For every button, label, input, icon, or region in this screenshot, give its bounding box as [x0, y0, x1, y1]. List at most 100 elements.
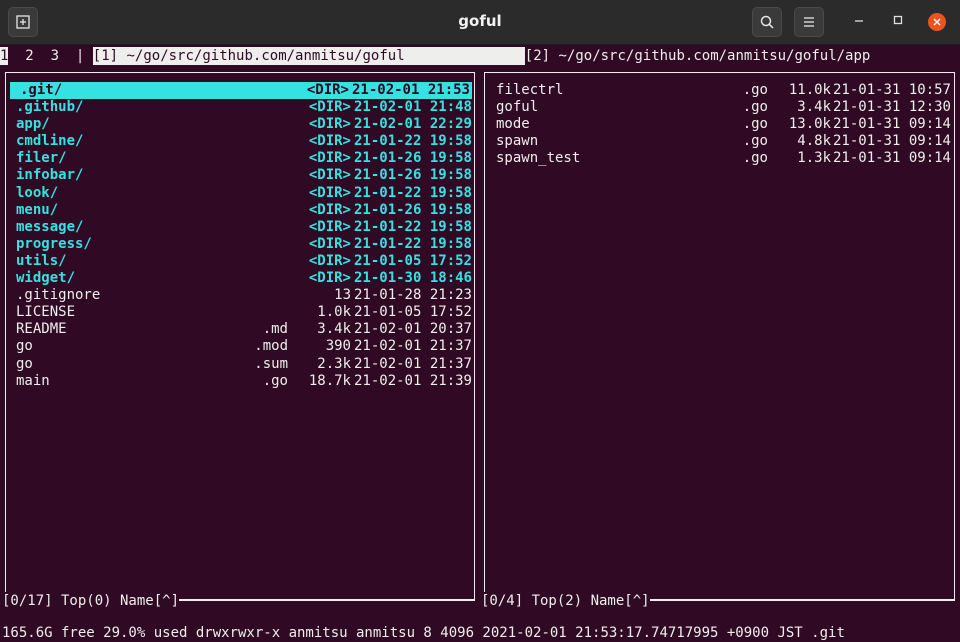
- file-name: goful: [496, 99, 539, 116]
- close-button[interactable]: [928, 13, 946, 31]
- right-footer-divider: [646, 600, 955, 601]
- file-name: look/: [16, 184, 59, 201]
- file-row[interactable]: infobar/ <DIR> 21-01-26 19:58: [6, 167, 474, 184]
- file-name: LICENSE: [16, 304, 76, 321]
- search-button[interactable]: [752, 7, 782, 37]
- file-row[interactable]: LICENSE 1.0k 21-01-05 17:52: [6, 304, 474, 321]
- file-name: README: [16, 321, 67, 338]
- file-row[interactable]: look/ <DIR> 21-01-22 19:58: [6, 185, 474, 202]
- file-row[interactable]: main .go 18.7k 21-02-01 21:39: [6, 373, 474, 390]
- file-row[interactable]: menu/ <DIR> 21-01-26 19:58: [6, 202, 474, 219]
- search-icon: [760, 15, 774, 29]
- file-row[interactable]: goful .go 3.4k 21-01-31 12:30: [485, 99, 954, 116]
- tab-line: 1 2 3 | [1] ~/go/src/github.com/anmitsu/…: [0, 47, 960, 65]
- file-date: 21-01-05 17:52: [353, 252, 472, 269]
- file-date: 21-01-22 19:58: [353, 184, 472, 201]
- file-date: 21-02-01 22:29: [353, 116, 472, 133]
- file-size: 3.4k: [797, 99, 831, 116]
- file-name: infobar/: [16, 167, 84, 184]
- file-size: 1.3k: [797, 150, 831, 167]
- file-date: 21-01-30 18:46: [353, 270, 472, 287]
- file-row[interactable]: .git/ <DIR> 21-02-01 21:53: [10, 82, 472, 100]
- minimize-icon: [855, 20, 863, 22]
- right-pane-path[interactable]: [2] ~/go/src/github.com/anmitsu/goful/ap…: [525, 47, 871, 65]
- file-name: spawn: [496, 133, 539, 150]
- tab-separator: |: [75, 48, 85, 64]
- file-date: 21-01-22 19:58: [353, 235, 472, 252]
- file-size: 11.0k: [788, 82, 831, 98]
- file-size: 13.0k: [788, 116, 831, 133]
- file-size: <DIR>: [308, 99, 351, 116]
- file-date: 21-01-31 10:57: [832, 82, 951, 98]
- file-size: <DIR>: [308, 150, 351, 167]
- file-size: <DIR>: [308, 167, 351, 184]
- file-row[interactable]: utils/ <DIR> 21-01-05 17:52: [6, 253, 474, 270]
- file-row[interactable]: filectrl .go 11.0k 21-01-31 10:57: [485, 82, 954, 99]
- file-name: app/: [16, 116, 50, 133]
- file-row[interactable]: go .sum 2.3k 21-02-01 21:37: [6, 356, 474, 373]
- file-row[interactable]: .github/ <DIR> 21-02-01 21:48: [6, 99, 474, 116]
- menu-button[interactable]: [794, 7, 824, 37]
- file-size: 3.4k: [317, 321, 351, 338]
- right-pane-footer: [0/4] Top(2) Name[^]: [481, 592, 650, 610]
- tab-3[interactable]: 3: [51, 47, 59, 65]
- file-date: 21-01-31 12:30: [832, 99, 951, 116]
- maximize-button[interactable]: [889, 13, 907, 31]
- file-row[interactable]: cmdline/ <DIR> 21-01-22 19:58: [6, 133, 474, 150]
- file-date: 21-02-01 21:37: [353, 338, 472, 355]
- file-row[interactable]: .gitignore 13 21-01-28 21:23: [6, 287, 474, 304]
- file-row[interactable]: message/ <DIR> 21-01-22 19:58: [6, 219, 474, 236]
- right-file-list: filectrl .go 11.0k 21-01-31 10:57 goful .go 3.…: [485, 82, 954, 167]
- file-size: 4.8k: [797, 133, 831, 150]
- file-date: 21-01-26 19:58: [353, 201, 472, 218]
- file-name: go: [16, 338, 33, 355]
- file-row[interactable]: spawn_test .go 1.3k 21-01-31 09:14: [485, 150, 954, 167]
- file-name: filer/: [16, 150, 67, 167]
- file-date: 21-01-31 09:14: [832, 116, 951, 133]
- file-date: 21-01-22 19:58: [353, 133, 472, 150]
- file-size: 1.0k: [317, 304, 351, 321]
- file-name: widget/: [16, 270, 76, 287]
- file-ext: .go: [742, 99, 768, 116]
- file-date: 21-01-26 19:58: [353, 150, 472, 167]
- file-row[interactable]: progress/ <DIR> 21-01-22 19:58: [6, 236, 474, 253]
- file-size: <DIR>: [308, 201, 351, 218]
- file-row[interactable]: go .mod 390 21-02-01 21:37: [6, 338, 474, 355]
- file-name: message/: [16, 218, 84, 235]
- file-name: cmdline/: [16, 133, 84, 150]
- file-row[interactable]: filer/ <DIR> 21-01-26 19:58: [6, 150, 474, 167]
- file-name: main: [16, 372, 50, 389]
- file-name: menu/: [16, 201, 59, 218]
- file-size: <DIR>: [308, 235, 351, 252]
- file-date: 21-02-01 21:48: [353, 99, 472, 116]
- file-size: <DIR>: [308, 133, 351, 150]
- file-row[interactable]: widget/ <DIR> 21-01-30 18:46: [6, 270, 474, 287]
- file-size: <DIR>: [306, 82, 349, 98]
- file-size: <DIR>: [308, 116, 351, 133]
- file-date: 21-02-01 20:37: [353, 321, 472, 338]
- file-size: 13: [334, 287, 351, 304]
- file-name: .github/: [16, 99, 84, 116]
- file-name: .git/: [20, 82, 63, 98]
- left-file-pane[interactable]: .git/<DIR> 21-02-01 21:53 .github/<DIR> 21-…: [5, 72, 475, 600]
- file-size: 2.3k: [317, 355, 351, 372]
- left-pane-footer: [0/17] Top(0) Name[^]: [2, 592, 180, 610]
- file-row[interactable]: app/ <DIR> 21-02-01 22:29: [6, 116, 474, 133]
- file-size: 18.7k: [308, 372, 351, 389]
- status-bar: 165.6G free 29.0% used drwxrwxr-x anmits…: [2, 625, 845, 641]
- tab-1[interactable]: 1: [0, 47, 9, 65]
- left-pane-path[interactable]: [1] ~/go/src/github.com/anmitsu/goful: [92, 47, 525, 65]
- file-row[interactable]: mode .go 13.0k 21-01-31 09:14: [485, 116, 954, 133]
- file-date: 21-01-31 09:14: [832, 150, 951, 167]
- tab-2[interactable]: 2: [25, 47, 33, 65]
- minimize-button[interactable]: [850, 13, 868, 31]
- right-file-pane[interactable]: filectrl .go 11.0k 21-01-31 10:57 goful .go 3.…: [484, 72, 955, 600]
- hamburger-menu-icon: [804, 17, 814, 27]
- file-row[interactable]: spawn .go 4.8k 21-01-31 09:14: [485, 133, 954, 150]
- maximize-icon: [893, 15, 903, 25]
- file-row[interactable]: README .md 3.4k 21-02-01 20:37: [6, 321, 474, 338]
- file-name: progress/: [16, 235, 92, 252]
- file-size: <DIR>: [308, 270, 351, 287]
- file-date: 21-01-05 17:52: [353, 304, 472, 321]
- file-name: .gitignore: [16, 287, 101, 304]
